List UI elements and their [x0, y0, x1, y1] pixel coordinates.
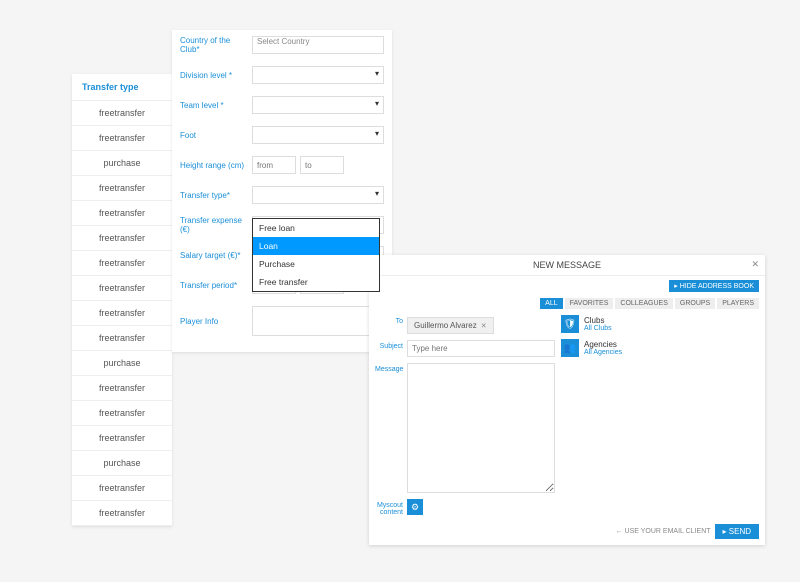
message-textarea[interactable] [407, 363, 555, 493]
myscout-label: Myscout content [375, 499, 407, 516]
dropdown-option-loan[interactable]: Loan [253, 237, 379, 255]
team-select[interactable] [252, 96, 384, 114]
address-item-title: Agencies [584, 340, 622, 349]
division-select[interactable] [252, 66, 384, 84]
player-info-label: Player Info [180, 317, 252, 326]
to-recipient-name: Guillermo Alvarez [414, 321, 477, 330]
people-icon: 👥 [561, 339, 579, 357]
salary-label: Salary target (€)* [180, 251, 252, 260]
sidebar-item[interactable]: freetransfer [72, 476, 172, 501]
use-email-client-link[interactable]: ← USE YOUR EMAIL CLIENT [616, 528, 711, 535]
tab-favorites[interactable]: FAVORITES [565, 298, 614, 309]
dropdown-option-free-loan[interactable]: Free loan [253, 219, 379, 237]
sidebar-item[interactable]: freetransfer [72, 176, 172, 201]
sidebar-item[interactable]: purchase [72, 151, 172, 176]
subject-label: Subject [375, 340, 407, 350]
to-label: To [375, 315, 407, 325]
sidebar-item[interactable]: freetransfer [72, 326, 172, 351]
sidebar-item[interactable]: freetransfer [72, 376, 172, 401]
sidebar-item[interactable]: freetransfer [72, 401, 172, 426]
message-title: NEW MESSAGE ✕ [369, 255, 765, 276]
address-tabs: ALL FAVORITES COLLEAGUES GROUPS PLAYERS [369, 296, 765, 315]
address-item-agencies[interactable]: 👥 Agencies All Agencies [561, 339, 759, 357]
address-item-title: Clubs [584, 316, 612, 325]
sidebar-item[interactable]: freetransfer [72, 201, 172, 226]
sidebar-item[interactable]: freetransfer [72, 101, 172, 126]
transfer-form: Country of the Club* Select Country Divi… [172, 30, 392, 352]
sidebar-item[interactable]: freetransfer [72, 226, 172, 251]
player-info-box[interactable] [252, 306, 384, 336]
country-label: Country of the Club* [180, 36, 252, 54]
division-label: Division level * [180, 71, 252, 80]
to-recipient-pill[interactable]: Guillermo Alvarez ✕ [407, 317, 494, 334]
height-from-input[interactable] [252, 156, 296, 174]
address-item-sub: All Agencies [584, 349, 622, 356]
address-book: 🛡 Clubs All Clubs 👥 Agencies All Agencie… [561, 315, 759, 522]
sidebar-item[interactable]: freetransfer [72, 301, 172, 326]
sidebar-item[interactable]: freetransfer [72, 251, 172, 276]
sidebar-item[interactable]: freetransfer [72, 276, 172, 301]
sidebar-item[interactable]: freetransfer [72, 501, 172, 526]
sidebar-header: Transfer type [72, 74, 172, 101]
shield-icon: 🛡 [561, 315, 579, 333]
team-label: Team level * [180, 101, 252, 110]
dropdown-option-free-transfer[interactable]: Free transfer [253, 273, 379, 291]
sidebar-item[interactable]: freetransfer [72, 426, 172, 451]
foot-select[interactable] [252, 126, 384, 144]
sidebar-item[interactable]: freetransfer [72, 126, 172, 151]
sidebar-item[interactable]: purchase [72, 451, 172, 476]
sidebar-item[interactable]: purchase [72, 351, 172, 376]
send-button[interactable]: ▸ SEND [715, 524, 759, 539]
new-message-panel: NEW MESSAGE ✕ ▸ HIDE ADDRESS BOOK ALL FA… [369, 255, 765, 545]
remove-recipient-icon[interactable]: ✕ [481, 322, 487, 330]
subject-input[interactable] [407, 340, 555, 357]
transfer-type-sidebar: Transfer type freetransfer freetransfer … [72, 74, 172, 526]
transfer-type-label: Transfer type* [180, 191, 252, 200]
foot-label: Foot [180, 131, 252, 140]
address-item-sub: All Clubs [584, 325, 612, 332]
close-icon[interactable]: ✕ [751, 259, 759, 270]
gear-icon[interactable]: ⚙ [407, 499, 423, 515]
transfer-type-select[interactable] [252, 186, 384, 204]
tab-colleagues[interactable]: COLLEAGUES [615, 298, 672, 309]
tab-all[interactable]: ALL [540, 298, 562, 309]
hide-address-book-button[interactable]: ▸ HIDE ADDRESS BOOK [669, 280, 759, 292]
message-label: Message [375, 363, 407, 373]
tab-groups[interactable]: GROUPS [675, 298, 715, 309]
country-select[interactable]: Select Country [252, 36, 384, 54]
tab-players[interactable]: PLAYERS [717, 298, 759, 309]
transfer-expense-dropdown: Free loan Loan Purchase Free transfer [252, 218, 380, 292]
message-title-text: NEW MESSAGE [533, 260, 601, 270]
address-item-clubs[interactable]: 🛡 Clubs All Clubs [561, 315, 759, 333]
transfer-expense-label: Transfer expense (€) [180, 216, 252, 234]
transfer-period-label: Transfer period* [180, 281, 252, 290]
height-label: Height range (cm) [180, 161, 252, 170]
height-to-input[interactable] [300, 156, 344, 174]
dropdown-option-purchase[interactable]: Purchase [253, 255, 379, 273]
